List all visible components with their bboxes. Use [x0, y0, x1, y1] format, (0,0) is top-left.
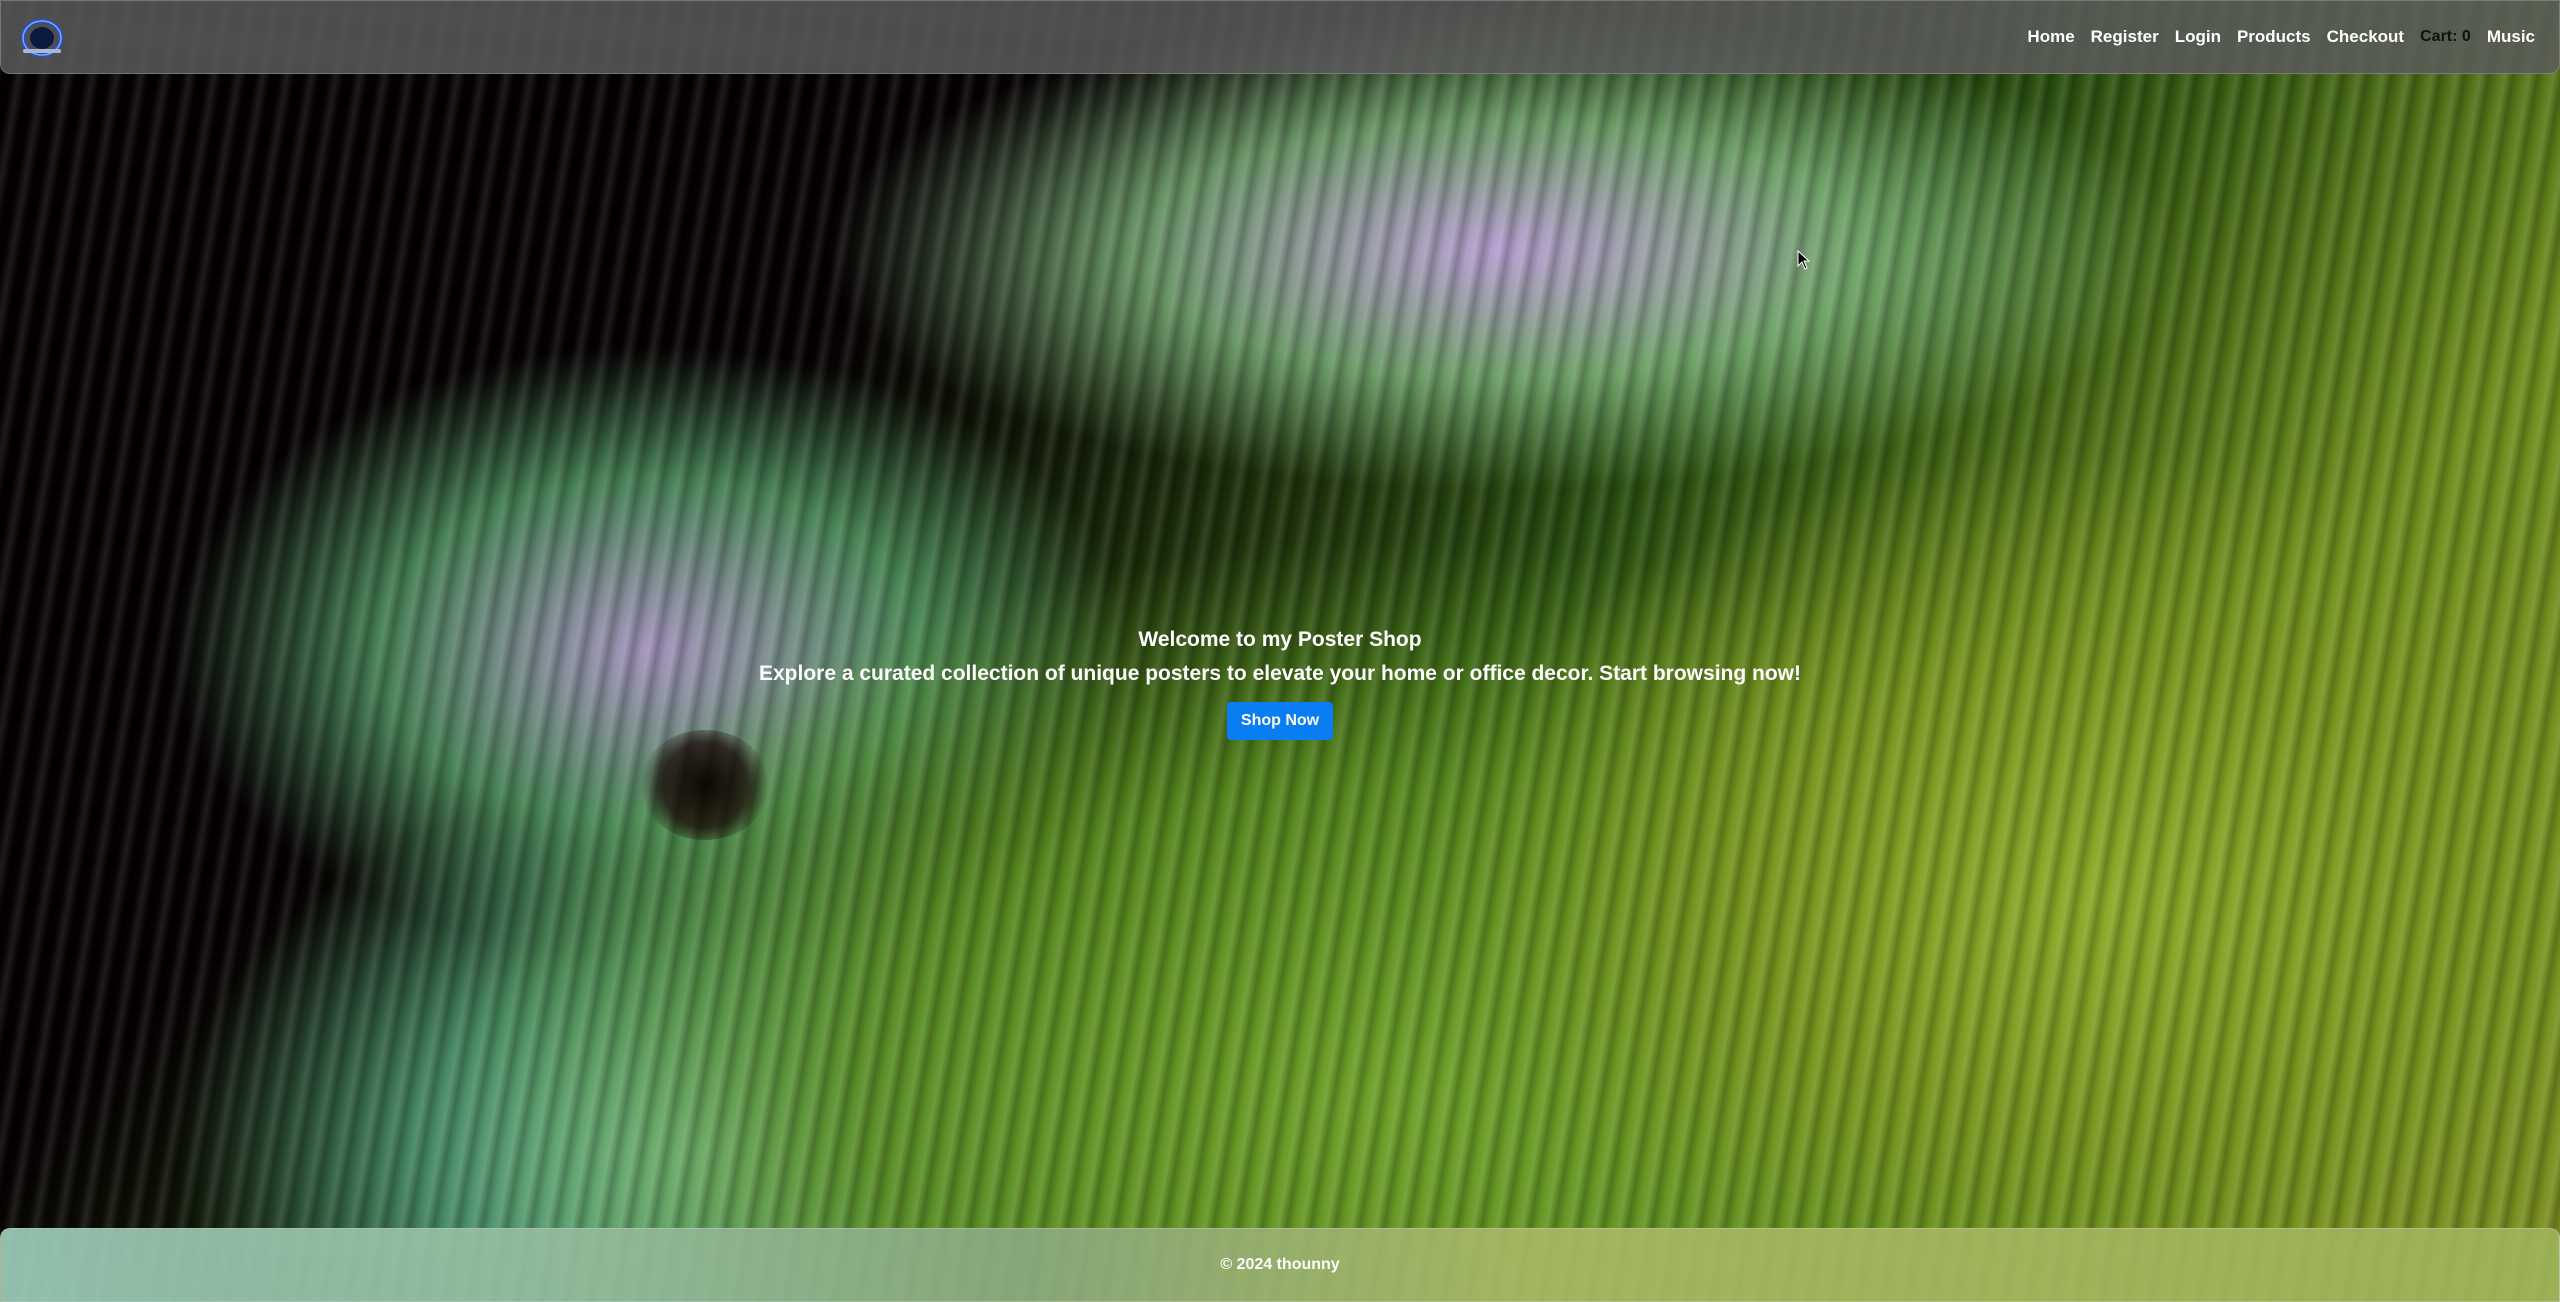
nav-register-link[interactable]: Register: [2091, 27, 2159, 47]
nav-products-link[interactable]: Products: [2237, 27, 2311, 47]
cart-count: 0: [2461, 28, 2471, 45]
nav-music-link[interactable]: Music: [2487, 27, 2535, 47]
mouse-pointer-icon: [1797, 250, 1811, 270]
footer: © 2024 thounny: [0, 1228, 2560, 1302]
nav-home-link[interactable]: Home: [2027, 27, 2074, 47]
ring-logo-icon[interactable]: [19, 17, 65, 57]
navbar: Home Register Login Products Checkout Ca…: [0, 0, 2560, 74]
nav-checkout-link[interactable]: Checkout: [2327, 27, 2404, 47]
nav-links: Home Register Login Products Checkout Ca…: [2027, 27, 2535, 47]
shop-now-button[interactable]: Shop Now: [1226, 702, 1334, 740]
nav-login-link[interactable]: Login: [2175, 27, 2221, 47]
footer-copyright: © 2024 thounny: [1220, 1256, 1340, 1273]
hero-section: Welcome to my Poster Shop Explore a cura…: [0, 628, 2560, 740]
cart-indicator[interactable]: Cart: 0: [2420, 28, 2471, 46]
hero-title: Welcome to my Poster Shop: [1138, 628, 1422, 651]
cart-label: Cart:: [2420, 28, 2458, 45]
hero-subtitle: Explore a curated collection of unique p…: [758, 662, 1802, 685]
